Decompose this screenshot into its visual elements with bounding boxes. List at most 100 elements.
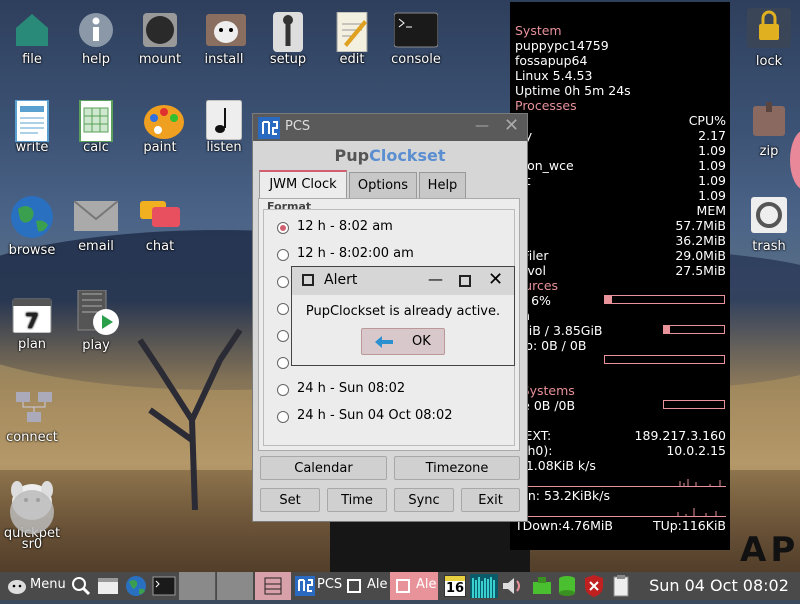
exit-button[interactable]: Exit <box>461 488 520 512</box>
close-icon[interactable]: ✕ <box>488 269 503 290</box>
taskbar-clock[interactable]: Sun 04 Oct 08:02 <box>638 572 800 600</box>
clipboard-icon[interactable] <box>610 572 632 600</box>
cpu-header: CPU% <box>688 113 726 128</box>
radio-format-7[interactable] <box>277 384 289 396</box>
palette-icon <box>142 100 184 139</box>
pcs-heading: PupClockset <box>334 146 446 165</box>
close-icon[interactable]: ✕ <box>504 115 519 136</box>
alert-titlebar[interactable]: Alert — ✕ <box>292 267 514 295</box>
cpu-usage-bar <box>604 295 725 304</box>
browser-icon[interactable] <box>124 572 148 600</box>
desktop-icon-help[interactable]: help <box>61 12 131 67</box>
taskbar: Menu PCS Ale Ale 16 Sun 04 Oct 08:02 <box>0 572 800 600</box>
folder-icon <box>14 12 50 48</box>
workspace-3[interactable] <box>255 572 291 600</box>
search-icon[interactable] <box>70 572 92 600</box>
download-graph <box>510 508 726 517</box>
volume-icon[interactable] <box>500 572 524 600</box>
task-alert-1[interactable]: Ale <box>343 572 388 600</box>
window-icon <box>396 579 410 593</box>
desktop-icon-write[interactable]: write <box>0 99 67 155</box>
optical-disc-icon <box>10 490 54 534</box>
desktop-icon-setup[interactable]: setup <box>253 12 323 67</box>
proc-row: m1.09 <box>510 143 726 158</box>
radio-format-6[interactable] <box>277 357 289 369</box>
desktop-icon-play[interactable]: play <box>61 289 131 353</box>
terminal-icon[interactable] <box>152 572 176 600</box>
document-icon <box>14 99 50 143</box>
alert-title: Alert <box>324 272 358 288</box>
desktop-icon-sr0[interactable]: sr0 <box>0 537 67 552</box>
download-rate: own: 53.2KiBk/s <box>510 488 611 503</box>
uptime: Uptime 0h 5m 24s <box>515 83 631 98</box>
calendar-tray-icon[interactable]: 16 <box>442 572 468 600</box>
desktop-icon-mount[interactable]: mount <box>125 12 195 67</box>
radio-format-3[interactable] <box>277 276 289 288</box>
network-status-icon[interactable] <box>530 572 554 600</box>
file-manager-icon[interactable] <box>96 572 120 600</box>
workspace-1[interactable] <box>179 572 216 600</box>
spreadsheet-icon <box>78 99 114 143</box>
drive-tray-icon[interactable] <box>556 572 578 600</box>
info-icon <box>78 12 114 48</box>
video-play-icon <box>74 289 119 335</box>
mem-header: MEM <box>696 203 726 218</box>
network-meter-icon[interactable] <box>470 572 498 600</box>
mem-usage-bar <box>663 325 725 334</box>
desktop-icon-file[interactable]: file <box>0 12 67 67</box>
radio-format-5[interactable] <box>277 330 289 342</box>
desktop-icon-edit[interactable]: edit <box>317 11 387 67</box>
proc-row: nky2.17 <box>510 128 726 143</box>
desktop-icon-connect[interactable]: connect <box>0 390 67 445</box>
desktop-icon-trash[interactable]: trash <box>734 195 800 254</box>
desktop-icon-plan[interactable]: 7 plan <box>0 297 67 352</box>
menu-button[interactable]: Menu <box>2 572 68 600</box>
tree-silhouette <box>137 328 243 510</box>
desktop-icon-browse[interactable]: browse <box>0 195 67 258</box>
total-down: TDown:4.76MiB <box>515 518 613 533</box>
desktop-icon-chat[interactable]: chat <box>125 195 195 254</box>
upload-rate: o: 1.08KiB k/s <box>510 458 596 473</box>
desktop-icon-listen[interactable]: listen <box>189 99 259 155</box>
alert-dialog: Alert — ✕ PupClockset is already active.… <box>291 266 515 366</box>
timezone-button[interactable]: Timezone <box>394 456 520 480</box>
radio-format-2[interactable] <box>277 249 289 261</box>
set-button[interactable]: Set <box>260 488 320 512</box>
maximize-icon[interactable] <box>459 275 471 287</box>
pcs-app-icon <box>295 576 315 596</box>
radio-format-8[interactable] <box>277 411 289 423</box>
desktop-icon-calc[interactable]: calc <box>61 99 131 155</box>
mem-row: trovol27.5MiB <box>510 263 726 278</box>
firewall-shield-icon[interactable] <box>582 572 606 600</box>
calendar-button[interactable]: Calendar <box>260 456 387 480</box>
radio-format-4[interactable] <box>277 303 289 315</box>
task-alert-2[interactable]: Ale <box>390 572 438 600</box>
window-icon <box>347 579 361 593</box>
envelope-icon <box>73 199 119 235</box>
desktop-icon-lock[interactable]: lock <box>734 8 800 69</box>
calendar-icon: 7 <box>12 297 52 334</box>
ok-button[interactable]: OK <box>361 328 445 355</box>
option-label: 12 h - 8:02 am <box>297 219 393 234</box>
tab-help[interactable]: Help <box>419 172 466 198</box>
task-pcs[interactable]: PCS <box>293 572 342 600</box>
workspace-2[interactable] <box>217 572 253 600</box>
minimize-icon[interactable]: — <box>428 270 443 288</box>
desktop-icon-install[interactable]: install <box>189 12 259 67</box>
terminal-icon <box>393 12 439 48</box>
swap-usage-label: vap: 0B / 0B <box>510 338 587 353</box>
section-system: System <box>515 23 562 38</box>
tab-jwm-clock[interactable]: JWM Clock <box>259 170 347 198</box>
radio-format-1[interactable] <box>277 222 289 234</box>
tab-options[interactable]: Options <box>349 172 417 198</box>
desktop-icon-paint[interactable]: paint <box>125 100 195 155</box>
minimize-icon[interactable]: — <box>475 118 489 134</box>
pcs-titlebar[interactable]: PCS — ✕ <box>253 114 527 141</box>
time-button[interactable]: Time <box>327 488 387 512</box>
pencil-note-icon <box>334 11 370 53</box>
desktop-icon-console[interactable]: console <box>381 12 451 67</box>
desktop-icon-email[interactable]: email <box>61 195 131 254</box>
window-grid-icon <box>264 577 282 595</box>
hostname: puppypc14759 <box>515 38 609 53</box>
sync-button[interactable]: Sync <box>394 488 454 512</box>
